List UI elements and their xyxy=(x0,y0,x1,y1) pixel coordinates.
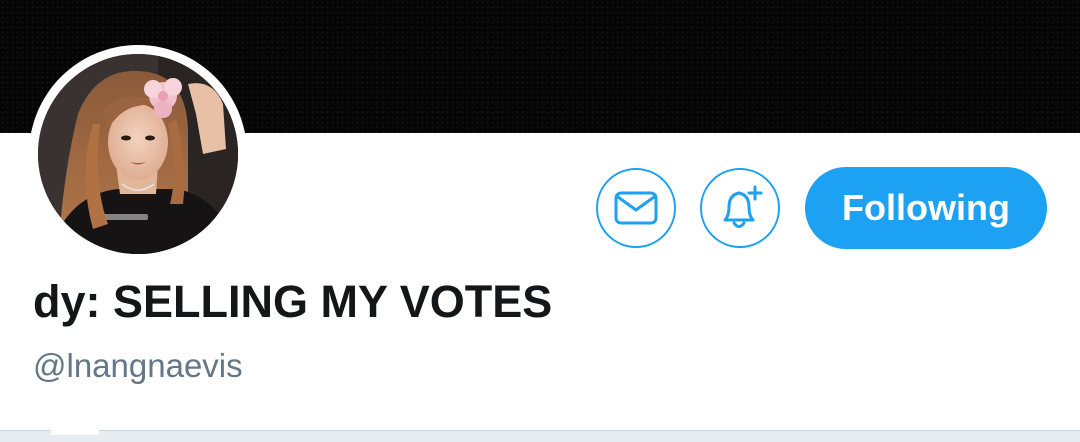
notifications-button[interactable] xyxy=(700,168,780,248)
following-button[interactable]: Following xyxy=(805,167,1047,249)
avatar-photo xyxy=(38,54,238,254)
envelope-icon xyxy=(614,191,658,225)
section-divider xyxy=(0,430,1080,442)
user-handle: @lnangnaevis xyxy=(33,347,243,384)
message-button[interactable] xyxy=(596,168,676,248)
bell-plus-icon xyxy=(723,185,763,228)
notch-cover xyxy=(51,429,99,435)
display-name: dy: SELLING MY VOTES xyxy=(33,276,553,327)
profile-header: Following dy: SELLING MY VOTES @lnangnae… xyxy=(0,0,1080,442)
avatar[interactable] xyxy=(38,54,238,254)
following-label: Following xyxy=(842,187,1010,228)
